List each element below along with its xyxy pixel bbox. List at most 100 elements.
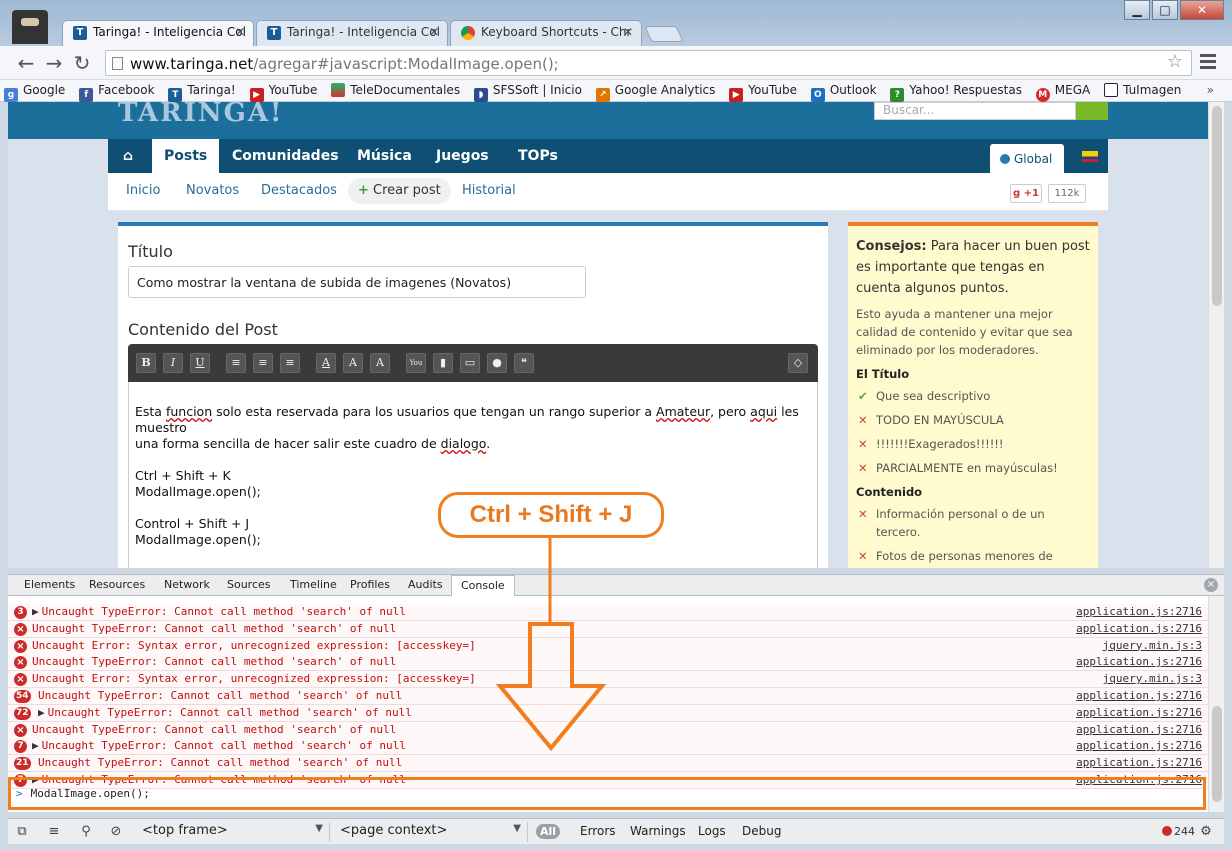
error-source-link[interactable]: application.js:2716 [1076, 605, 1202, 618]
nav-tops[interactable]: TOPs [506, 139, 570, 173]
filter-warnings[interactable]: Warnings [630, 824, 686, 838]
devtools-close-icon[interactable]: × [1204, 578, 1218, 592]
expand-triangle-icon[interactable]: ▶ [32, 605, 39, 618]
link-button[interactable]: ▭ [460, 353, 480, 373]
tab-close-icon[interactable]: ✕ [429, 25, 439, 39]
quote-button[interactable]: ❝ [514, 353, 534, 373]
nav-comunidades[interactable]: Comunidades [220, 139, 351, 173]
close-window-button[interactable]: ✕ [1180, 0, 1224, 20]
bookmark-facebook[interactable]: f Facebook [75, 80, 160, 102]
swf-button[interactable]: ● [487, 353, 507, 373]
tab-keyboard-shortcuts[interactable]: Keyboard Shortcuts - Chr ✕ [450, 20, 642, 46]
italic-button[interactable]: I [163, 353, 183, 373]
error-source-link[interactable]: application.js:2716 [1076, 739, 1202, 752]
home-icon[interactable]: ⌂ [108, 139, 148, 173]
bookmark-taringa[interactable]: T Taringa! [164, 80, 241, 102]
filter-all[interactable]: All [536, 824, 560, 839]
filter-errors[interactable]: Errors [580, 824, 616, 838]
align-right-button[interactable]: ≡ [280, 353, 300, 373]
error-source-link[interactable]: application.js:2716 [1076, 622, 1202, 635]
reload-icon[interactable]: ↻ [70, 51, 94, 75]
tab-taringa-active[interactable]: T Taringa! - Inteligencia Col ✕ [62, 20, 254, 46]
chrome-menu-icon[interactable] [1200, 54, 1216, 70]
console-scrollbar[interactable] [1208, 596, 1224, 812]
dock-icon[interactable]: ⧉ [14, 824, 30, 840]
error-source-link[interactable]: jquery.min.js:3 [1103, 672, 1202, 685]
subnav-destacados[interactable]: Destacados [261, 183, 337, 198]
address-bar[interactable]: www.taringa.net/agregar#javascript:Modal… [105, 50, 1192, 76]
devtools-tab-timeline[interactable]: Timeline [290, 578, 337, 591]
error-source-link[interactable]: application.js:2716 [1076, 655, 1202, 668]
global-selector[interactable]: Global [990, 144, 1064, 173]
minimize-button[interactable]: ▁ [1124, 0, 1150, 20]
align-left-button[interactable]: ≡ [226, 353, 246, 373]
google-plus-one-button[interactable]: g +1 [1010, 184, 1042, 203]
devtools-tab-profiles[interactable]: Profiles [350, 578, 390, 591]
post-title-input[interactable]: Como mostrar la ventana de subida de ima… [128, 266, 586, 298]
expand-triangle-icon[interactable]: ▶ [32, 739, 39, 752]
error-source-link[interactable]: application.js:2716 [1076, 756, 1202, 769]
filter-debug[interactable]: Debug [742, 824, 781, 838]
bookmark-youtube[interactable]: ▶ YouTube [246, 80, 324, 102]
site-search-input[interactable]: Buscar... [874, 102, 1076, 120]
devtools-tab-elements[interactable]: Elements [24, 578, 75, 591]
error-source-link[interactable]: application.js:2716 [1076, 723, 1202, 736]
bookmark-outlook[interactable]: O Outlook [807, 80, 883, 102]
bookmark-star-icon[interactable]: ☆ [1167, 51, 1183, 72]
align-center-button[interactable]: ≡ [253, 353, 273, 373]
devtools-tab-resources[interactable]: Resources [89, 578, 145, 591]
font-color-button[interactable]: A [316, 353, 336, 373]
show-drawer-icon[interactable]: ≡ [46, 824, 62, 840]
underline-button[interactable]: U [190, 353, 210, 373]
settings-gear-icon[interactable]: ⚙ [1198, 824, 1214, 840]
error-source-link[interactable]: application.js:2716 [1076, 706, 1202, 719]
console-scrollbar-thumb[interactable] [1212, 706, 1222, 802]
new-tab-button[interactable] [644, 26, 684, 42]
youtube-embed-button[interactable]: You [406, 353, 426, 373]
error-source-link[interactable]: application.js:2716 [1076, 689, 1202, 702]
devtools-tab-audits[interactable]: Audits [408, 578, 443, 591]
bold-button[interactable]: B [136, 353, 156, 373]
bookmark-tuimagen[interactable]: TuImagen [1100, 80, 1187, 97]
context-select[interactable]: <page context> ▼ [334, 822, 528, 842]
nav-posts[interactable]: Posts [152, 139, 220, 173]
nav-musica[interactable]: Música [345, 139, 424, 173]
colombia-flag-icon[interactable] [1082, 151, 1098, 162]
devtools-tab-sources[interactable]: Sources [227, 578, 271, 591]
maximize-button[interactable]: □ [1152, 0, 1178, 20]
bookmark-teledocumentales[interactable]: TeleDocumentales [327, 80, 466, 97]
bookmarks-overflow-icon[interactable]: » [1207, 83, 1214, 97]
tab-close-icon[interactable]: ✕ [623, 25, 633, 39]
site-search-button[interactable] [1076, 102, 1108, 120]
crear-post-button[interactable]: + Crear post [348, 178, 451, 204]
error-count[interactable]: 244 [1162, 825, 1195, 838]
devtools-tab-network[interactable]: Network [164, 578, 210, 591]
clear-console-icon[interactable]: ⊘ [108, 824, 124, 840]
bookmark-sfssoft[interactable]: ◗ SFSSoft | Inicio [470, 80, 588, 102]
bookmark-youtube-2[interactable]: ▶ YouTube [725, 80, 803, 102]
taringa-logo[interactable]: TARINGA! [118, 102, 283, 128]
subnav-inicio[interactable]: Inicio [126, 183, 160, 198]
bookmark-yahoo-respuestas[interactable]: ? Yahoo! Respuestas [886, 80, 1028, 102]
font-family-button[interactable]: A [370, 353, 390, 373]
search-icon[interactable]: ⚲ [78, 824, 94, 840]
post-content-editor[interactable]: Esta funcion solo esta reservada para lo… [128, 382, 818, 568]
image-button[interactable]: ▮ [433, 353, 453, 373]
tab-close-icon[interactable]: ✕ [235, 25, 245, 39]
bookmark-mega[interactable]: M MEGA [1032, 80, 1096, 102]
subnav-novatos[interactable]: Novatos [186, 183, 239, 198]
expand-triangle-icon[interactable]: ▶ [38, 706, 45, 719]
font-size-button[interactable]: A [343, 353, 363, 373]
nav-juegos[interactable]: Juegos [424, 139, 501, 173]
page-scrollbar[interactable] [1208, 102, 1224, 568]
bookmark-google-analytics[interactable]: ↗ Google Analytics [592, 80, 722, 102]
error-source-link[interactable]: jquery.min.js:3 [1103, 639, 1202, 652]
back-arrow-icon[interactable]: ← [14, 51, 38, 75]
frame-select[interactable]: <top frame> ▼ [136, 822, 330, 842]
tab-taringa-2[interactable]: T Taringa! - Inteligencia Col ✕ [256, 20, 448, 46]
devtools-tab-console[interactable]: Console [451, 575, 515, 596]
page-scrollbar-thumb[interactable] [1212, 106, 1222, 306]
source-code-button[interactable]: ◇ [788, 353, 808, 373]
subnav-historial[interactable]: Historial [462, 183, 516, 198]
bookmark-google[interactable]: g Google [0, 80, 71, 102]
